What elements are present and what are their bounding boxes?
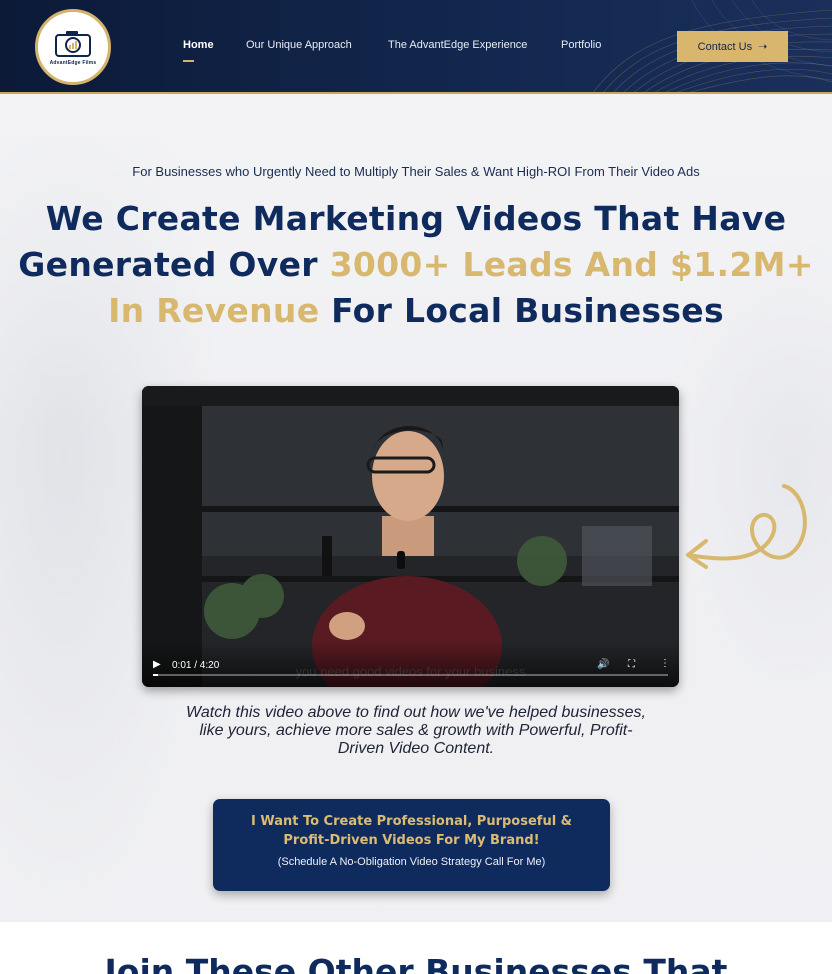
schedule-call-button[interactable]: I Want To Create Professional, Purposefu… — [213, 799, 610, 891]
contact-us-label: Contact Us — [697, 40, 753, 53]
watch-text-line-2: like yours, achieve more sales & growth … — [199, 722, 633, 739]
cta-sub-text: (Schedule A No-Obligation Video Strategy… — [277, 856, 546, 868]
logo-wordmark: AdvantEdge Films — [49, 60, 97, 66]
hero-subheading: For Businesses who Urgently Need to Mult… — [132, 164, 700, 179]
video-player[interactable]: ▶ 0:01 / 4:20 🔊 ⛶ ⋮ you need good videos… — [142, 386, 679, 687]
site-header: AdvantEdge Films Home Our Unique Approac… — [0, 0, 832, 94]
nav-home[interactable]: Home — [183, 39, 214, 51]
brand-logo[interactable]: AdvantEdge Films — [35, 9, 111, 85]
video-progress-track[interactable] — [153, 674, 668, 676]
hero-headline: We Create Marketing Videos That Have Gen… — [0, 196, 832, 334]
contact-us-button[interactable]: Contact Us ➝ — [677, 31, 788, 62]
nav-advantedge-experience[interactable]: The AdvantEdge Experience — [388, 39, 527, 51]
hero-section: For Businesses who Urgently Need to Mult… — [0, 96, 832, 922]
next-section: Join These Other Businesses That — [0, 922, 832, 974]
cta-main-line-2: Profit-Driven Videos For My Brand! — [283, 833, 540, 848]
nav-our-unique-approach[interactable]: Our Unique Approach — [246, 39, 352, 51]
watch-text-line-3: Driven Video Content. — [337, 740, 495, 757]
watch-text-line-1: Watch this video above to find out how w… — [186, 704, 646, 721]
cta-main-line-1: I Want To Create Professional, Purposefu… — [250, 814, 573, 829]
active-nav-indicator — [183, 60, 194, 62]
headline-text-2: For Local Businesses — [319, 291, 724, 330]
camera-logo-icon — [55, 31, 91, 57]
video-progress-fill — [153, 674, 159, 676]
nav-portfolio[interactable]: Portfolio — [561, 39, 601, 51]
arrow-right-icon: ➝ — [758, 41, 768, 53]
curly-arrow-icon — [686, 484, 807, 569]
next-section-title: Join These Other Businesses That — [104, 952, 728, 974]
cta-main-text: I Want To Create Professional, Purposefu… — [213, 812, 610, 850]
watch-video-text: Watch this video above to find out how w… — [0, 704, 832, 758]
video-caption: you need good videos for your business — [295, 664, 526, 679]
